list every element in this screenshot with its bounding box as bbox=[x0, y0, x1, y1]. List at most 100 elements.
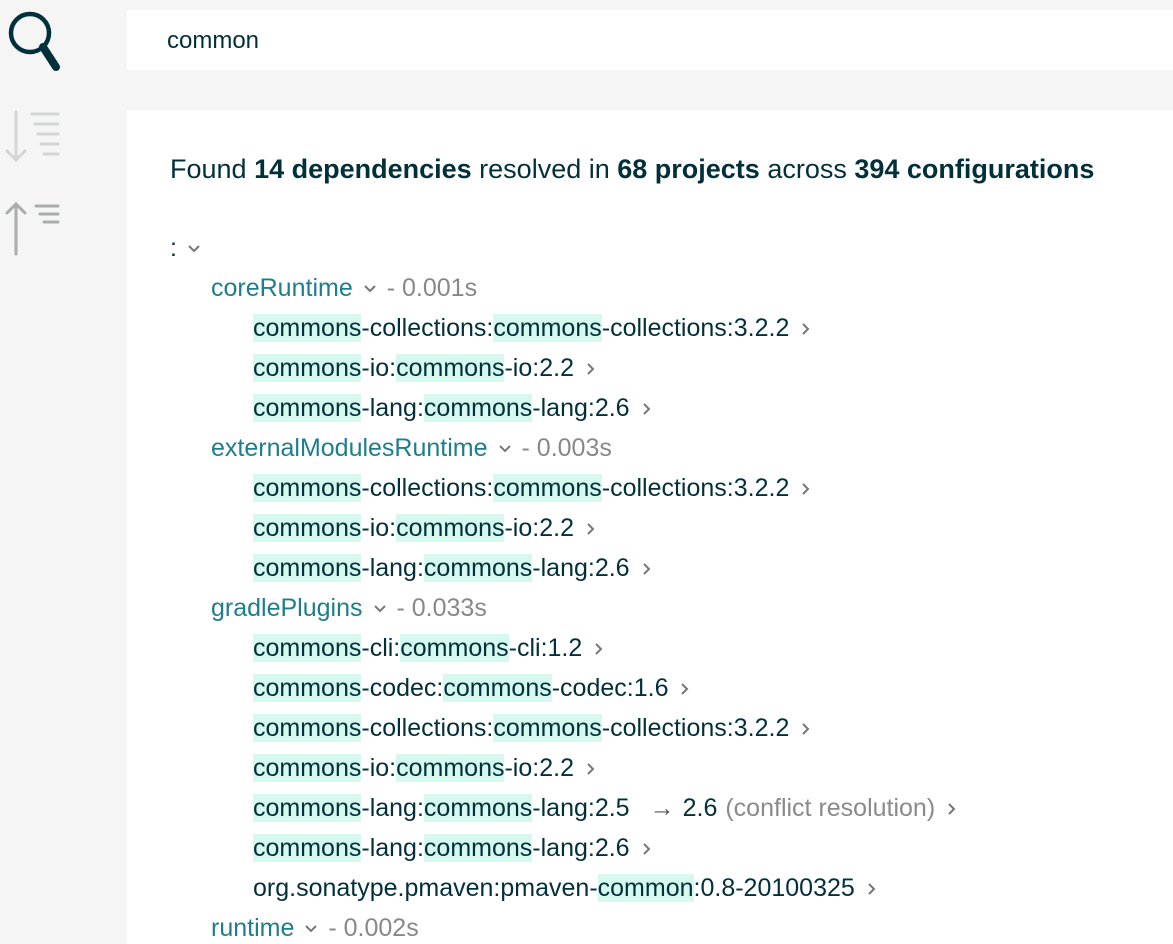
dependency-row[interactable]: org.sonatype.pmaven:pmaven-common:0.8-20… bbox=[170, 868, 1173, 908]
configuration-name[interactable]: externalModulesRuntime bbox=[211, 434, 488, 462]
dependency-coordinate[interactable]: commons-collections:commons-collections:… bbox=[253, 714, 789, 742]
dependency-row[interactable]: commons-lang:commons-lang:2.6 bbox=[170, 828, 1173, 868]
chevron-right-icon[interactable] bbox=[680, 682, 690, 696]
root-label: : bbox=[170, 234, 177, 262]
dependency-coordinate[interactable]: commons-codec:commons-codec:1.6 bbox=[253, 674, 668, 702]
dependency-text: -lang: bbox=[361, 394, 424, 422]
dependency-text: -io:2.2 bbox=[504, 354, 574, 382]
configuration-count: 394 configurations bbox=[854, 154, 1095, 184]
configuration-name[interactable]: gradlePlugins bbox=[211, 594, 363, 622]
dependency-row[interactable]: commons-io:commons-io:2.2 bbox=[170, 348, 1173, 388]
dependency-text: -lang: bbox=[361, 554, 424, 582]
sort-ascending-icon bbox=[5, 201, 60, 256]
search-button[interactable] bbox=[4, 4, 62, 71]
search-match-highlight: commons bbox=[253, 514, 362, 542]
dependency-text: -collections:3.2.2 bbox=[601, 474, 790, 502]
dependency-tree: : coreRuntime - 0.001s commons-collections… bbox=[170, 228, 1173, 944]
root-node[interactable]: : bbox=[170, 228, 1173, 268]
dependency-row[interactable]: commons-codec:commons-codec:1.6 bbox=[170, 668, 1173, 708]
dependency-text: :0.8-20100325 bbox=[693, 874, 855, 902]
search-match-highlight: commons bbox=[443, 674, 552, 702]
chevron-right-icon[interactable] bbox=[947, 802, 957, 816]
resolved-version: 2.6 bbox=[682, 794, 718, 822]
search-match-highlight: commons bbox=[253, 354, 362, 382]
dependency-row[interactable]: commons-io:commons-io:2.2 bbox=[170, 748, 1173, 788]
dependency-text: -io: bbox=[361, 754, 397, 782]
chevron-right-icon[interactable] bbox=[867, 882, 877, 896]
dependency-row[interactable]: commons-cli:commons-cli:1.2 bbox=[170, 628, 1173, 668]
dependency-coordinate[interactable]: commons-collections:commons-collections:… bbox=[253, 474, 789, 502]
search-match-highlight: commons bbox=[493, 474, 602, 502]
search-match-highlight: commons bbox=[493, 314, 602, 342]
configuration-node[interactable]: runtime - 0.002s bbox=[170, 908, 1173, 944]
sort-ascending-button[interactable] bbox=[4, 198, 62, 262]
chevron-right-icon[interactable] bbox=[594, 642, 604, 656]
dependency-coordinate[interactable]: commons-lang:commons-lang:2.6 bbox=[253, 394, 630, 422]
resolution-reason: (conflict resolution) bbox=[725, 794, 936, 822]
chevron-down-icon bbox=[188, 245, 200, 253]
search-match-highlight: commons bbox=[423, 794, 533, 822]
chevron-right-icon[interactable] bbox=[801, 482, 811, 496]
dependency-coordinate[interactable]: commons-io:commons-io:2.2 bbox=[253, 514, 574, 542]
chevron-right-icon[interactable] bbox=[642, 842, 652, 856]
dependency-row[interactable]: commons-lang:commons-lang:2.5 → 2.6 (confli… bbox=[170, 788, 1173, 828]
dependency-coordinate[interactable]: commons-collections:commons-collections:… bbox=[253, 314, 789, 342]
dependency-text: -collections:3.2.2 bbox=[601, 714, 790, 742]
search-match-highlight: commons bbox=[396, 514, 505, 542]
dependency-coordinate[interactable]: org.sonatype.pmaven:pmaven-common:0.8-20… bbox=[253, 874, 855, 902]
chevron-right-icon[interactable] bbox=[586, 522, 596, 536]
chevron-right-icon[interactable] bbox=[642, 402, 652, 416]
chevron-right-icon[interactable] bbox=[642, 562, 652, 576]
search-match-highlight: commons bbox=[253, 634, 362, 662]
configuration-node[interactable]: coreRuntime - 0.001s bbox=[170, 268, 1173, 308]
dependency-text: -collections:3.2.2 bbox=[601, 314, 790, 342]
chevron-right-icon[interactable] bbox=[586, 362, 596, 376]
configuration-name[interactable]: coreRuntime bbox=[211, 274, 353, 302]
sidebar bbox=[0, 0, 127, 944]
chevron-down-icon bbox=[305, 925, 318, 933]
chevron-down-icon bbox=[498, 445, 511, 453]
search-input[interactable] bbox=[167, 24, 1067, 58]
dependency-coordinate[interactable]: commons-lang:commons-lang:2.5 bbox=[253, 794, 630, 822]
resolution-time: - 0.002s bbox=[328, 914, 419, 942]
dependency-coordinate[interactable]: commons-cli:commons-cli:1.2 bbox=[253, 634, 582, 662]
search-match-highlight: commons bbox=[253, 754, 362, 782]
configuration-node[interactable]: gradlePlugins - 0.033s bbox=[170, 588, 1173, 628]
summary-mid-1: resolved in bbox=[471, 154, 618, 184]
dependency-row[interactable]: commons-collections:commons-collections:… bbox=[170, 708, 1173, 748]
chevron-right-icon[interactable] bbox=[801, 722, 811, 736]
dependency-row[interactable]: commons-io:commons-io:2.2 bbox=[170, 508, 1173, 548]
dependency-row[interactable]: commons-collections:commons-collections:… bbox=[170, 468, 1173, 508]
search-match-highlight: commons bbox=[423, 834, 533, 862]
chevron-right-icon[interactable] bbox=[801, 322, 811, 336]
dependency-row[interactable]: commons-collections:commons-collections:… bbox=[170, 308, 1173, 348]
sort-descending-button[interactable] bbox=[4, 106, 62, 170]
dependency-coordinate[interactable]: commons-io:commons-io:2.2 bbox=[253, 354, 574, 382]
configuration-name[interactable]: runtime bbox=[211, 914, 294, 942]
dependency-row[interactable]: commons-lang:commons-lang:2.6 bbox=[170, 388, 1173, 428]
dependency-text: -lang: bbox=[361, 834, 424, 862]
dependency-text: -io:2.2 bbox=[504, 514, 574, 542]
search-match-highlight: common bbox=[597, 874, 694, 902]
dependency-coordinate[interactable]: commons-io:commons-io:2.2 bbox=[253, 754, 574, 782]
search-match-highlight: commons bbox=[253, 554, 362, 582]
dependency-text: -io:2.2 bbox=[504, 754, 574, 782]
dependency-coordinate[interactable]: commons-lang:commons-lang:2.6 bbox=[253, 554, 630, 582]
dependency-text: -codec: bbox=[361, 674, 444, 702]
search-match-highlight: commons bbox=[253, 674, 362, 702]
resolution-time: - 0.033s bbox=[396, 594, 487, 622]
search-match-highlight: commons bbox=[253, 314, 362, 342]
dependency-text: -lang: bbox=[361, 794, 424, 822]
summary-prefix: Found bbox=[170, 154, 255, 184]
search-match-highlight: commons bbox=[396, 354, 505, 382]
search-match-highlight: commons bbox=[396, 754, 505, 782]
dependency-row[interactable]: commons-lang:commons-lang:2.6 bbox=[170, 548, 1173, 588]
chevron-right-icon[interactable] bbox=[586, 762, 596, 776]
dependency-text: -cli:1.2 bbox=[508, 634, 583, 662]
dependency-text: -lang:2.5 bbox=[532, 794, 630, 822]
chevron-down-icon bbox=[364, 285, 376, 293]
dependency-coordinate[interactable]: commons-lang:commons-lang:2.6 bbox=[253, 834, 630, 862]
configuration-node[interactable]: externalModulesRuntime - 0.003s bbox=[170, 428, 1173, 468]
search-match-highlight: commons bbox=[253, 834, 362, 862]
search-icon bbox=[8, 11, 60, 71]
